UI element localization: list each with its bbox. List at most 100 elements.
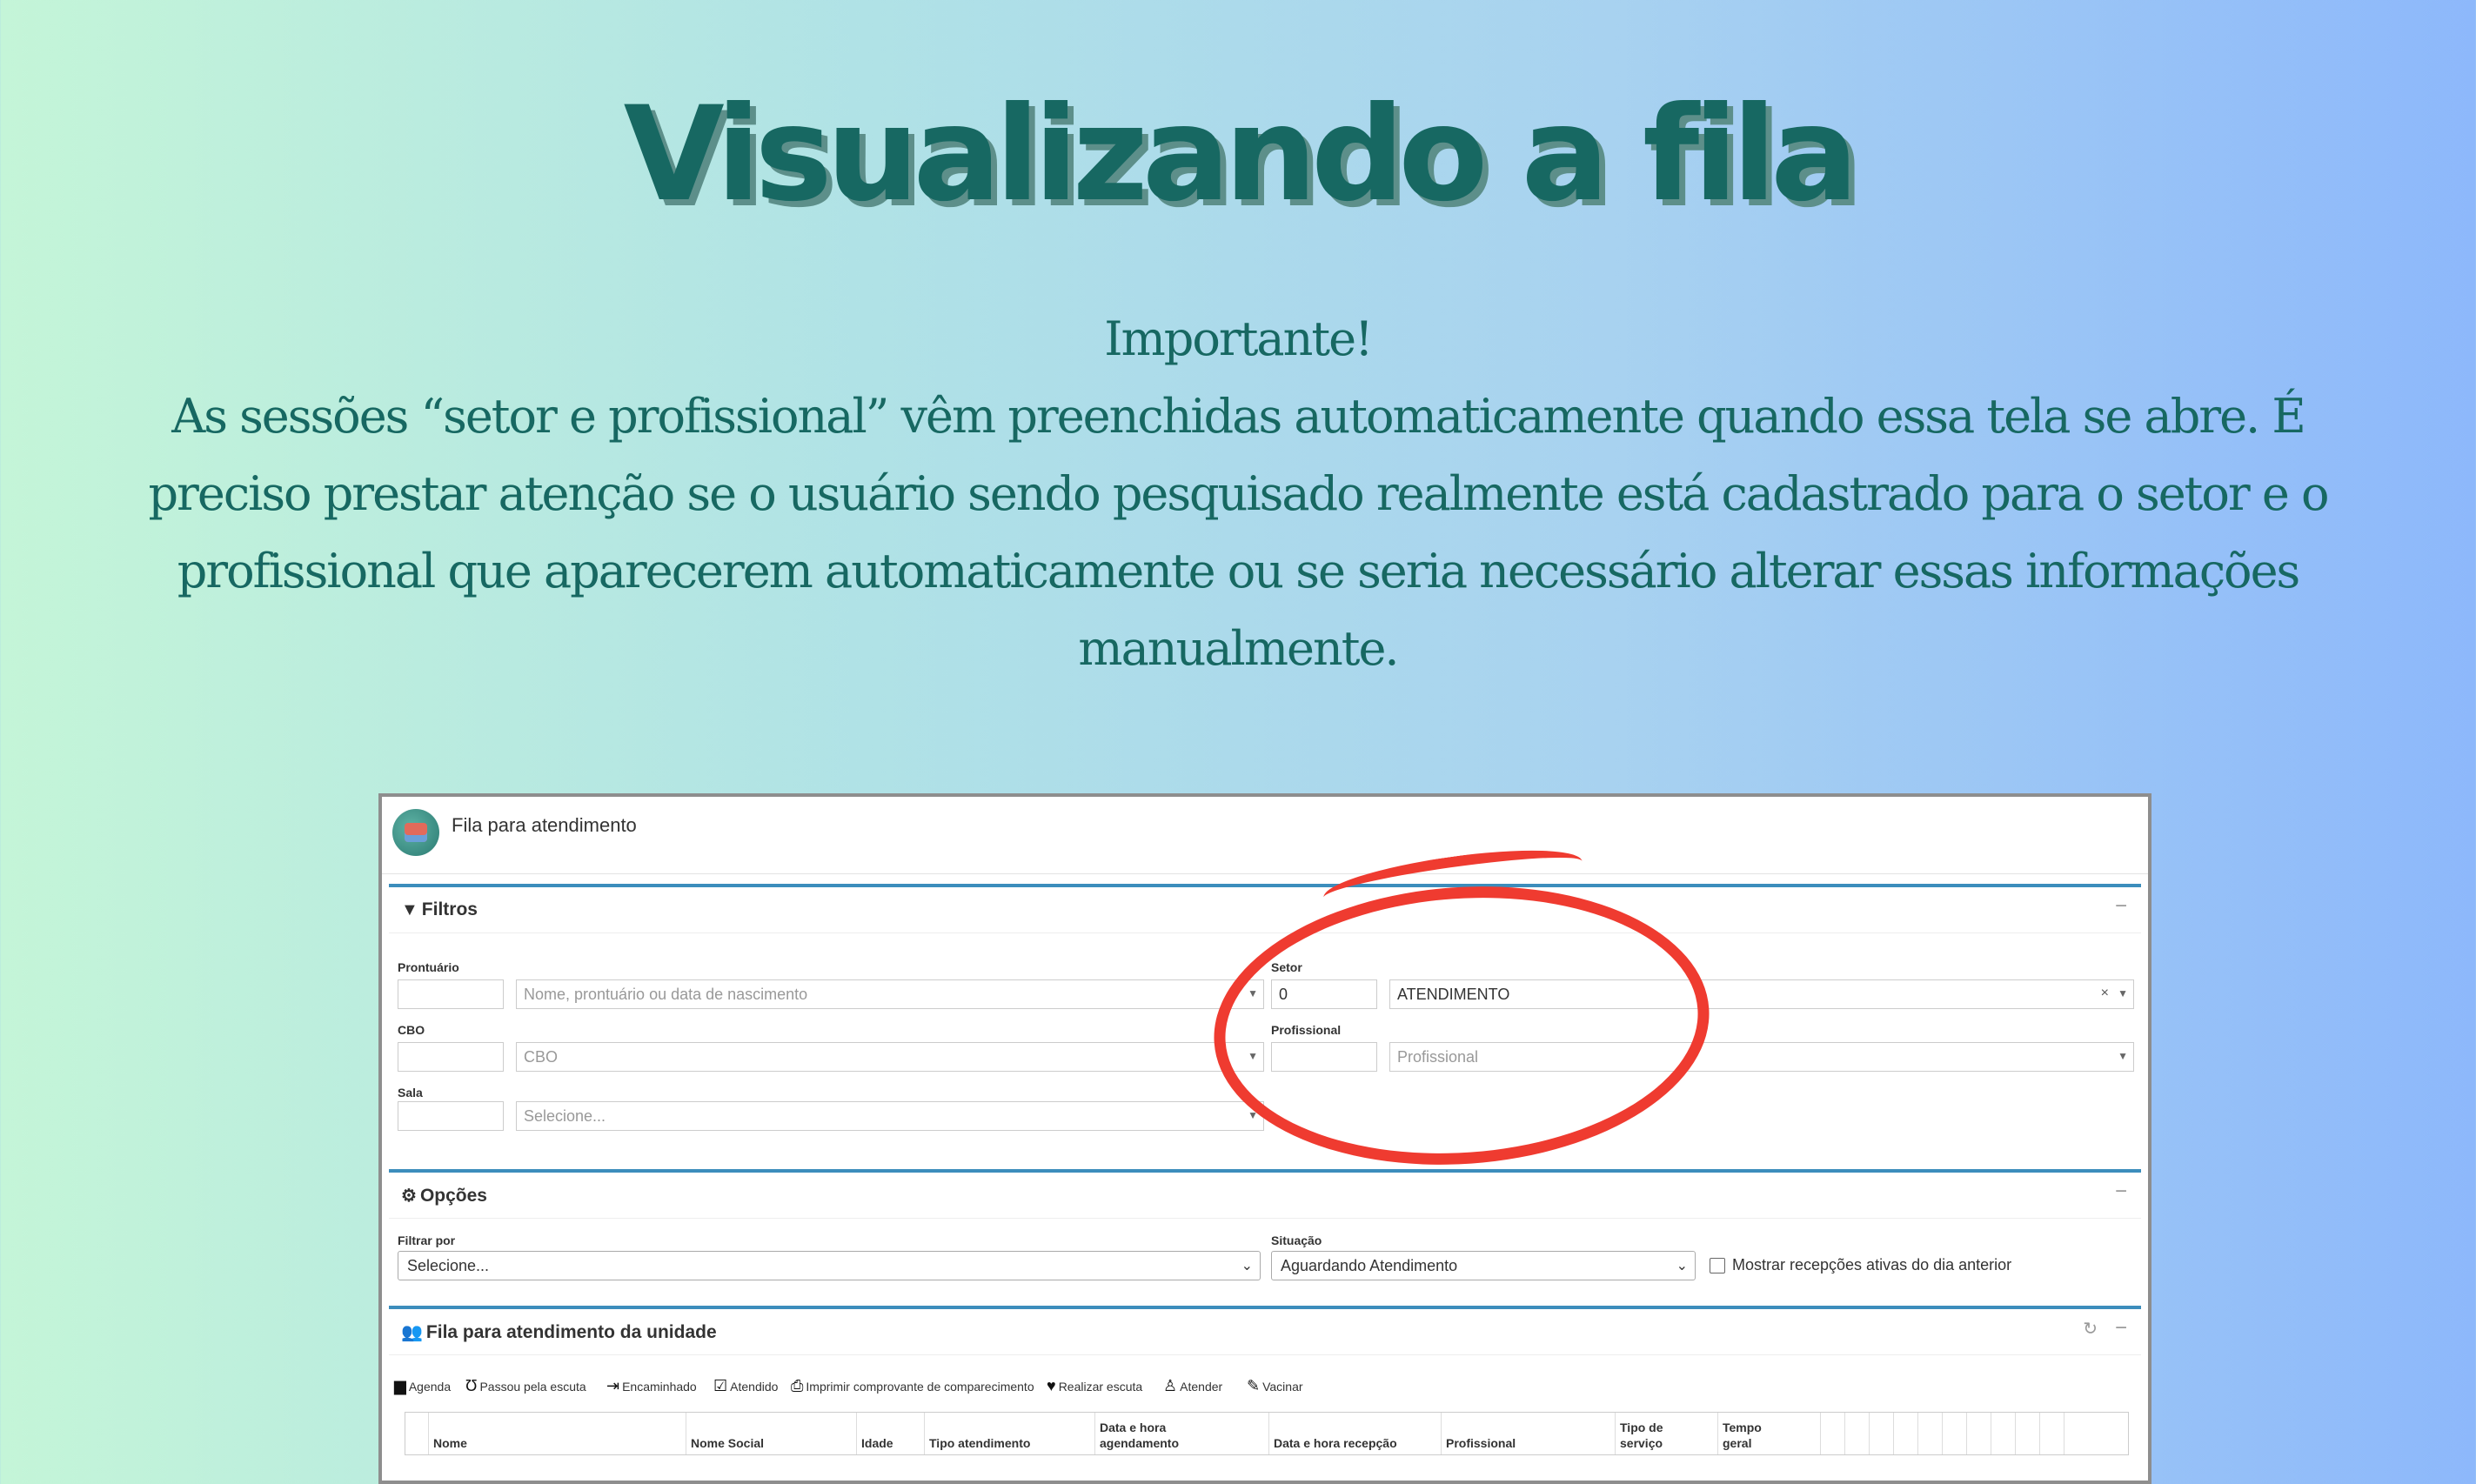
prontuario-label: Prontuário — [398, 960, 459, 974]
table-divider — [1094, 1413, 1095, 1454]
col-data-agendamento[interactable]: Data e hora agendamento — [1100, 1420, 1239, 1451]
cbo-select[interactable]: CBO ▼ — [516, 1042, 1264, 1072]
options-title-text: Opções — [419, 1186, 487, 1206]
users-icon: 👥 — [401, 1323, 423, 1342]
intro-line: preciso prestar atenção se o usuário sen… — [148, 466, 2329, 521]
screen-title: Fila para atendimento — [452, 814, 637, 836]
stethoscope-icon: Ʊ — [465, 1377, 478, 1394]
tool-realizar-escuta[interactable]: ♥ Realizar escuta — [1047, 1377, 1142, 1395]
filtrar-label: Filtrar por — [398, 1233, 456, 1247]
table-divider — [1441, 1413, 1442, 1454]
tool-encaminhado[interactable]: ⇥ Encaminhado — [606, 1377, 697, 1395]
col-idade[interactable]: Idade — [861, 1435, 893, 1451]
cbo-label: CBO — [398, 1023, 425, 1037]
tool-label: Vacinar — [1262, 1380, 1303, 1394]
intro-line: As sessões “setor e profissional” vêm pr… — [171, 389, 2306, 444]
heartbeat-icon: ♥ — [1047, 1377, 1056, 1394]
table-divider — [1844, 1413, 1845, 1454]
table-divider — [1869, 1413, 1870, 1454]
table-divider — [2039, 1413, 2040, 1454]
tool-label: Encaminhado — [622, 1380, 697, 1394]
table-divider — [1717, 1413, 1718, 1454]
table-divider — [2015, 1413, 2016, 1454]
filtrar-value: Selecione... — [407, 1257, 490, 1274]
queue-panel: 👥 Fila para atendimento da unidade ↻ − ▆ A… — [389, 1306, 2141, 1481]
prontuario-placeholder: Nome, prontuário ou data de nascimento — [524, 986, 808, 1003]
tool-label: Atender — [1180, 1380, 1223, 1394]
sign-out-icon: ⇥ — [606, 1377, 620, 1394]
tool-agenda[interactable]: ▆ Agenda — [394, 1377, 451, 1395]
collapse-filters-icon[interactable]: − — [2115, 894, 2127, 919]
check-square-icon: ☑ — [713, 1377, 728, 1394]
page-title: Visualizando a fila — [623, 79, 1859, 231]
user-md-icon: ♙ — [1163, 1377, 1178, 1394]
clear-icon[interactable]: × — [2101, 986, 2109, 1001]
filters-header: ▼ Filtros − — [389, 887, 2141, 933]
app-header: Fila para atendimento — [382, 797, 2148, 874]
filtrar-select[interactable]: Selecione... ⌄ — [398, 1251, 1261, 1280]
anterior-checkbox-label: Mostrar recepções ativas do dia anterior — [1732, 1256, 2012, 1273]
prontuario-search-input[interactable]: Nome, prontuário ou data de nascimento ▼ — [516, 979, 1264, 1009]
filter-icon: ▼ — [401, 900, 418, 919]
table-divider — [1893, 1413, 1894, 1454]
col-tempo-geral[interactable]: Tempo geral — [1723, 1420, 1783, 1451]
table-divider — [1966, 1413, 1967, 1454]
queue-title-text: Fila para atendimento da unidade — [425, 1322, 717, 1342]
table-divider — [1942, 1413, 1943, 1454]
situacao-select[interactable]: Aguardando Atendimento ⌄ — [1271, 1251, 1696, 1280]
calendar-icon: ▆ — [394, 1377, 406, 1394]
col-tipo-atendimento[interactable]: Tipo atendimento — [929, 1435, 1030, 1451]
col-tipo-servico[interactable]: Tipo de serviço — [1620, 1420, 1698, 1451]
anterior-checkbox[interactable] — [1710, 1258, 1725, 1273]
tool-vacinar[interactable]: ✎ Vacinar — [1247, 1377, 1303, 1395]
tool-label: Realizar escuta — [1058, 1380, 1143, 1394]
tool-atender[interactable]: ♙ Atender — [1163, 1377, 1222, 1395]
app-screenshot: Fila para atendimento ▼ Filtros − Prontuá… — [378, 793, 2151, 1484]
col-nome[interactable]: Nome — [433, 1435, 467, 1451]
table-divider — [1615, 1413, 1616, 1454]
gears-icon: ⚙ — [401, 1187, 417, 1206]
print-icon: ⎙ — [791, 1377, 804, 1394]
queue-toolbar: ▆ Agenda Ʊ Passou pela escuta ⇥ Encaminhado… — [394, 1377, 2125, 1400]
prontuario-code-input[interactable] — [398, 979, 504, 1009]
queue-header: 👥 Fila para atendimento da unidade ↻ − — [389, 1309, 2141, 1355]
refresh-icon[interactable]: ↻ — [2083, 1318, 2098, 1340]
tool-label: Imprimir comprovante de comparecimento — [806, 1380, 1034, 1394]
col-profissional[interactable]: Profissional — [1446, 1435, 1516, 1451]
tool-passou-escuta[interactable]: Ʊ Passou pela escuta — [465, 1377, 586, 1395]
situacao-label: Situação — [1271, 1233, 1322, 1247]
table-divider — [428, 1413, 429, 1454]
intro-line: manualmente. — [1078, 621, 1399, 676]
situacao-value: Aguardando Atendimento — [1281, 1257, 1458, 1274]
options-panel: ⚙ Opções − Filtrar por Selecione... ⌄ Situ… — [389, 1169, 2141, 1299]
intro-heading: Importante! — [1104, 311, 1373, 366]
sala-label: Sala — [398, 1086, 423, 1100]
tool-label: Atendido — [730, 1380, 779, 1394]
queue-title: 👥 Fila para atendimento da unidade — [401, 1321, 717, 1343]
options-header: ⚙ Opções − — [389, 1173, 2141, 1219]
tool-atendido[interactable]: ☑ Atendido — [713, 1377, 778, 1395]
chevron-down-icon: ⌄ — [1676, 1259, 1688, 1273]
table-divider — [1917, 1413, 1918, 1454]
queue-table: Nome Nome Social Idade Tipo atendimento … — [405, 1412, 2129, 1455]
caret-down-icon: ▼ — [2118, 987, 2128, 999]
cbo-code-input[interactable] — [398, 1042, 504, 1072]
filters-title: ▼ Filtros — [401, 899, 478, 920]
syringe-icon: ✎ — [1247, 1377, 1261, 1394]
tool-imprimir[interactable]: ⎙ Imprimir comprovante de comparecimento — [791, 1377, 1034, 1395]
collapse-queue-icon[interactable]: − — [2115, 1316, 2127, 1340]
sala-select[interactable]: Selecione... ▼ — [516, 1101, 1264, 1131]
col-nome-social[interactable]: Nome Social — [691, 1435, 764, 1451]
collapse-options-icon[interactable]: − — [2115, 1180, 2127, 1204]
sala-code-input[interactable] — [398, 1101, 504, 1131]
sala-placeholder: Selecione... — [524, 1107, 606, 1125]
col-data-recepcao[interactable]: Data e hora recepção — [1274, 1435, 1397, 1451]
table-divider — [1820, 1413, 1821, 1454]
intro-text: Importante! As sessões “setor e profissi… — [87, 300, 2389, 687]
table-divider — [924, 1413, 925, 1454]
tool-label: Passou pela escuta — [479, 1380, 586, 1394]
filters-title-text: Filtros — [421, 899, 478, 919]
tool-label: Agenda — [408, 1380, 452, 1394]
cbo-placeholder: CBO — [524, 1048, 559, 1066]
table-divider — [1268, 1413, 1269, 1454]
